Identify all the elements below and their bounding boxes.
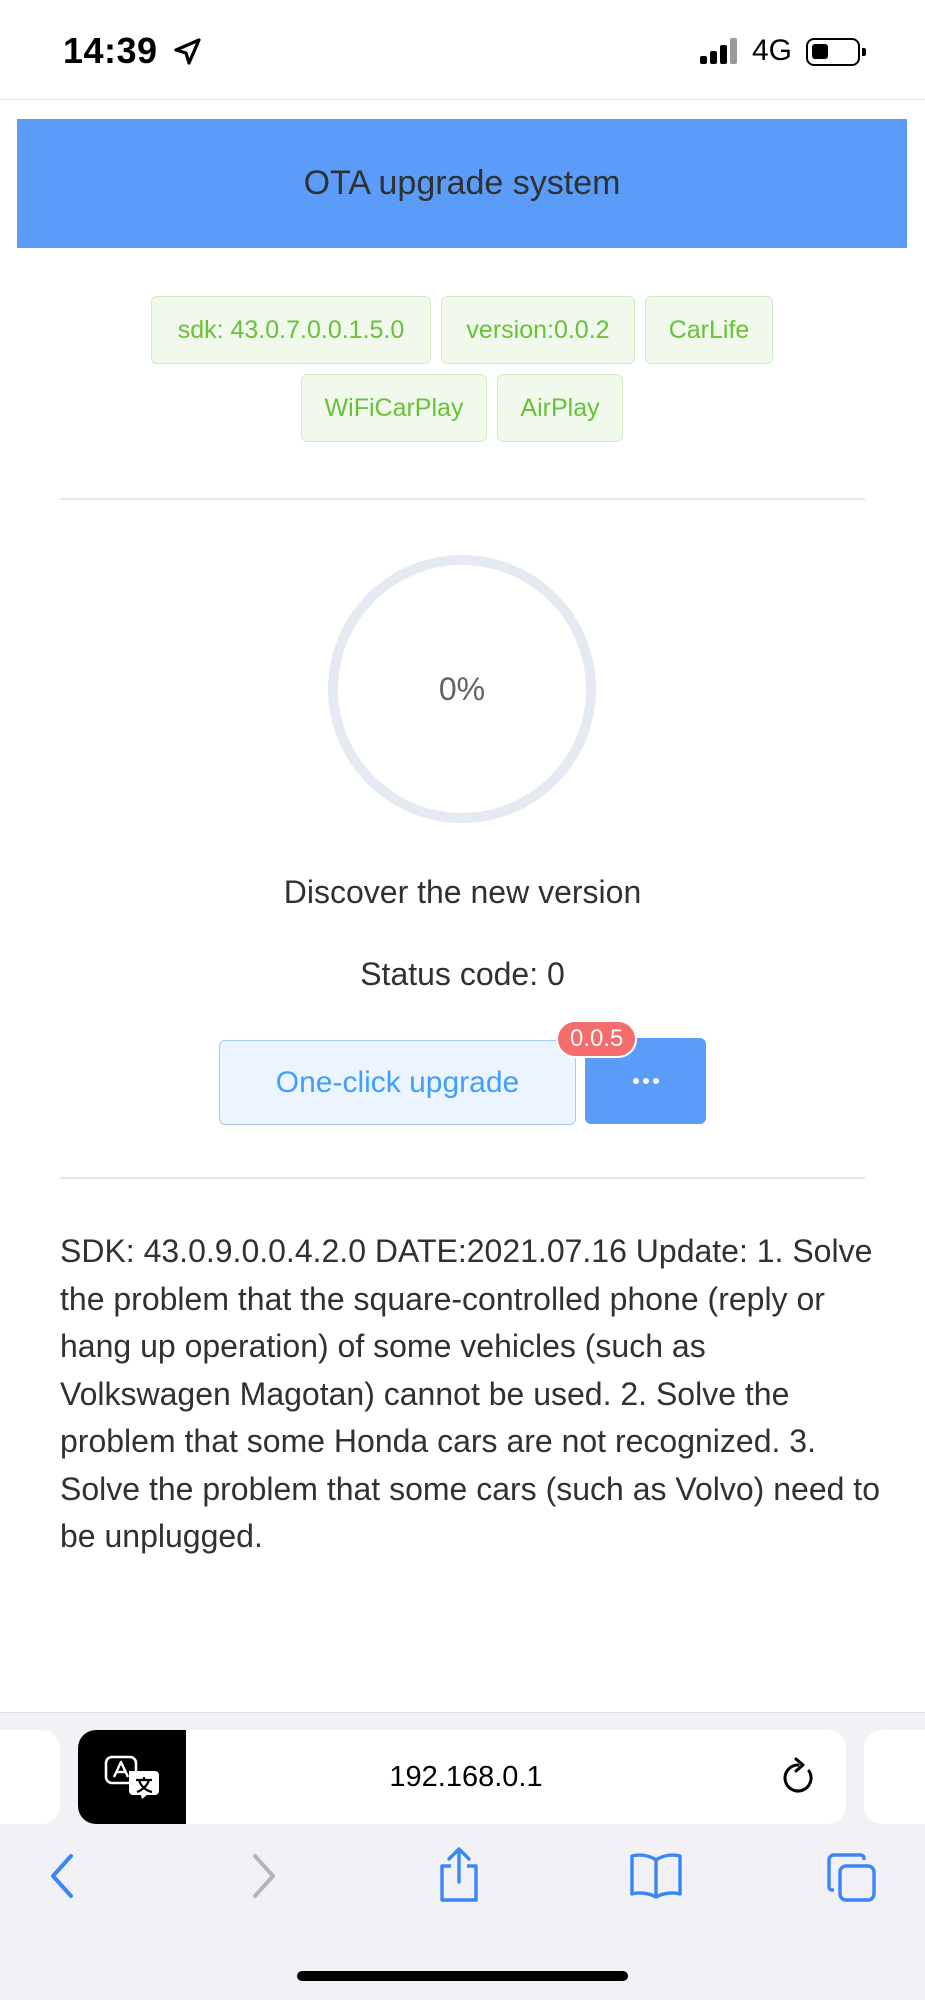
signal-bars-icon — [700, 38, 737, 64]
status-code: Status code: 0 — [360, 956, 565, 992]
page: 14:39 4G OTA upgrade system sdk: 43.0.7.… — [0, 0, 925, 2000]
battery-icon — [806, 38, 866, 66]
more-dots-icon — [632, 1078, 639, 1084]
divider-top — [60, 498, 865, 500]
bookmarks-icon[interactable] — [628, 1850, 684, 1900]
previous-tab-preview[interactable] — [0, 1730, 60, 1824]
url-text: 192.168.0.1 — [389, 1760, 543, 1793]
tag-version: version:0.0.2 — [441, 296, 635, 364]
progress-percent: 0% — [438, 670, 486, 707]
location-arrow-icon — [174, 38, 201, 65]
address-bar[interactable]: 192.168.0.1 — [78, 1730, 846, 1824]
home-indicator — [297, 1971, 628, 1981]
discover-message: Discover the new version — [283, 874, 642, 910]
next-tab-preview[interactable] — [864, 1730, 925, 1824]
page-title: OTA upgrade system — [303, 164, 621, 202]
tag-airplay: AirPlay — [497, 374, 623, 442]
app-header: OTA upgrade system — [17, 119, 907, 248]
reload-icon[interactable] — [778, 1757, 818, 1799]
one-click-upgrade-button[interactable]: One-click upgrade — [219, 1040, 576, 1125]
divider-bottom — [60, 1177, 865, 1179]
tag-carlife: CarLife — [645, 296, 773, 364]
status-bar: 14:39 4G — [0, 0, 925, 100]
new-version-badge: 0.0.5 — [556, 1020, 638, 1058]
translate-button[interactable] — [78, 1730, 186, 1824]
forward-icon[interactable] — [246, 1850, 282, 1902]
release-notes: SDK: 43.0.9.0.0.4.2.0 DATE:2021.07.16 Up… — [60, 1233, 880, 1554]
network-type: 4G — [752, 34, 793, 67]
tabs-icon[interactable] — [826, 1852, 878, 1904]
status-time: 14:39 — [63, 30, 158, 71]
share-icon[interactable] — [434, 1846, 484, 1904]
tag-sdk: sdk: 43.0.7.0.0.1.5.0 — [151, 296, 431, 364]
tag-wificarplay: WiFiCarPlay — [301, 374, 487, 442]
back-icon[interactable] — [44, 1850, 80, 1902]
progress-circle: 0% — [327, 554, 597, 824]
translate-icon — [104, 1755, 159, 1799]
